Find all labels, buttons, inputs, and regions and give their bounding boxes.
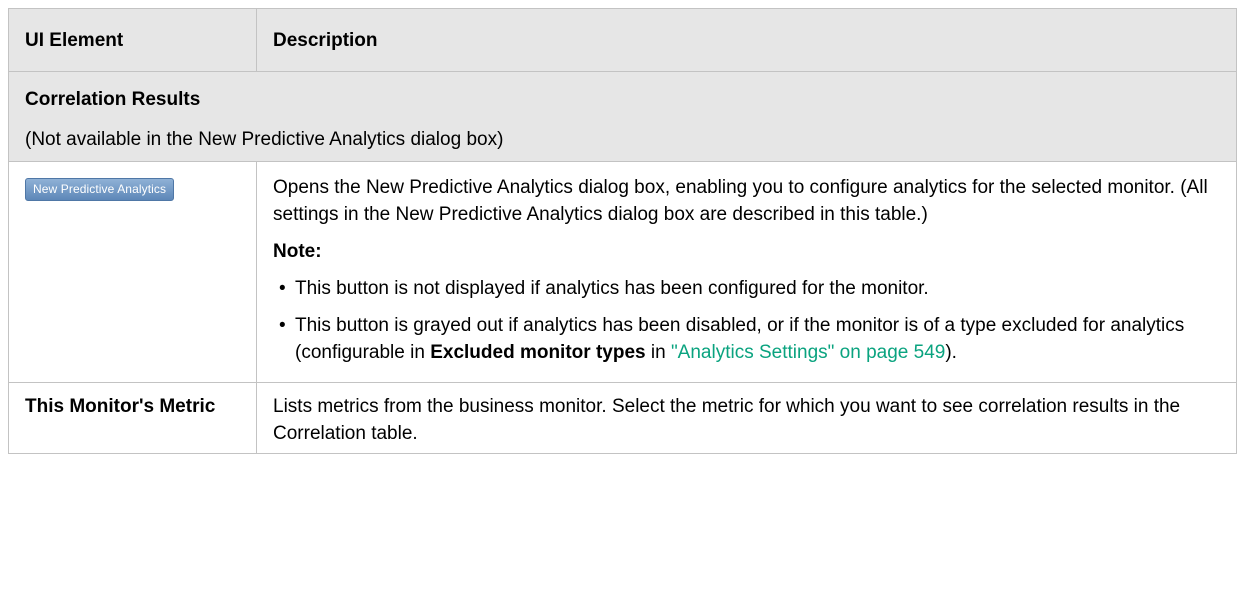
list-item: This button is not displayed if analytic… [279, 275, 1222, 302]
table-row: This Monitor's Metric Lists metrics from… [8, 382, 1237, 454]
header-description: Description [256, 8, 1237, 72]
ui-element-cell: New Predictive Analytics [8, 161, 257, 383]
analytics-settings-link[interactable]: "Analytics Settings" on page 549 [671, 342, 945, 363]
section-title: Correlation Results [25, 89, 201, 110]
section-subtitle: (Not available in the New Predictive Ana… [25, 129, 504, 150]
note-label: Note: [273, 241, 322, 262]
bullet-text: This button is not displayed if analytic… [295, 278, 929, 299]
new-predictive-analytics-button[interactable]: New Predictive Analytics [25, 178, 175, 201]
note-list: This button is not displayed if analytic… [273, 275, 1222, 366]
ui-element-cell: This Monitor's Metric [8, 382, 257, 454]
section-cell: Correlation Results (Not available in th… [8, 71, 1237, 162]
table-header-row: UI Element Description [8, 8, 1237, 72]
bullet-text-mid: in [645, 342, 671, 363]
excluded-monitor-types-term: Excluded monitor types [430, 342, 646, 363]
header-ui-element: UI Element [8, 8, 257, 72]
description-cell: Opens the New Predictive Analytics dialo… [256, 161, 1237, 383]
section-row: Correlation Results (Not available in th… [8, 71, 1237, 162]
ui-element-table: UI Element Description Correlation Resul… [8, 8, 1237, 454]
list-item: This button is grayed out if analytics h… [279, 312, 1222, 366]
description-cell: Lists metrics from the business monitor.… [256, 382, 1237, 454]
table-row: New Predictive Analytics Opens the New P… [8, 161, 1237, 383]
description-text: Opens the New Predictive Analytics dialo… [273, 177, 1208, 225]
bullet-text-post: ). [945, 342, 957, 363]
